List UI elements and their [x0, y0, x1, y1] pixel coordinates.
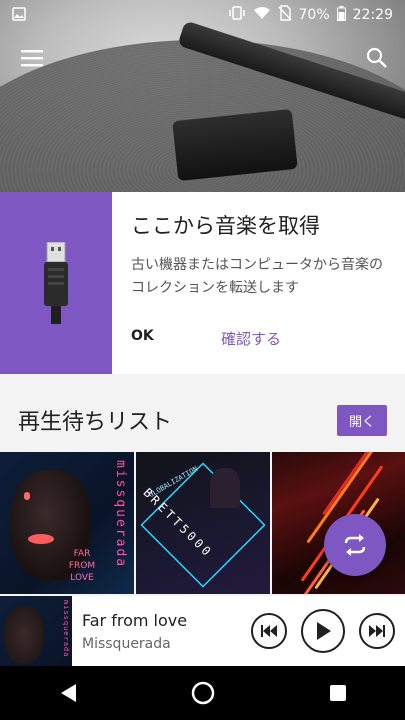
now-playing-artist: Missquerada — [82, 635, 171, 652]
hamburger-menu-icon — [21, 50, 43, 67]
home-circle-icon — [191, 681, 214, 705]
card-body: 古い機器またはコンピュータから音楽のコレクションを転送します — [131, 257, 383, 296]
album-cover-brett5000[interactable]: GLOBALIZATION BRETT5000 — [136, 452, 270, 594]
queue-title: 再生待ちリスト — [18, 410, 173, 435]
now-playing-title: Far from love — [82, 610, 188, 630]
usb-cable-icon — [44, 242, 68, 324]
now-playing-album-art: missquerada — [0, 596, 72, 666]
battery-percent: 70% — [298, 7, 330, 23]
menu-button[interactable] — [10, 36, 54, 80]
ok-button[interactable]: OK — [131, 328, 221, 349]
search-button[interactable] — [355, 36, 399, 80]
battery-icon — [336, 5, 346, 25]
wifi-icon — [253, 6, 271, 24]
no-sim-icon — [278, 5, 292, 25]
album-vertical-text: missquerada — [113, 460, 128, 569]
open-queue-button[interactable]: 開く — [336, 404, 387, 436]
card-illustration — [0, 192, 112, 374]
skip-next-icon — [369, 625, 385, 637]
vibrate-icon — [228, 6, 246, 24]
search-icon — [366, 47, 387, 68]
previous-track-button[interactable] — [251, 613, 287, 649]
repeat-icon — [344, 534, 366, 556]
album-cover-far-from-love[interactable]: missquerada FAR FROM LOVE — [0, 452, 134, 594]
next-track-button[interactable] — [359, 613, 395, 649]
status-bar: 70% 22:29 — [0, 0, 405, 30]
system-nav-bar — [0, 666, 405, 720]
play-icon — [317, 622, 331, 640]
clock: 22:29 — [352, 7, 393, 23]
back-triangle-icon — [60, 684, 76, 702]
play-button[interactable] — [301, 609, 345, 653]
now-playing-bar[interactable]: missquerada Far from love Missquerada — [0, 596, 405, 666]
confirm-button[interactable]: 確認する — [221, 328, 281, 349]
cartridge-head — [172, 108, 298, 182]
card-title: ここから音楽を取得 — [131, 214, 320, 238]
album-caption: FAR FROM LOVE — [68, 549, 96, 583]
get-music-card: ここから音楽を取得 古い機器またはコンピュータから音楽のコレクションを転送します… — [0, 192, 405, 374]
recents-square-icon — [329, 685, 346, 701]
image-notification-icon — [12, 6, 26, 25]
recents-button[interactable] — [313, 668, 363, 718]
skip-previous-icon — [261, 625, 277, 637]
np-art-text: missquerada — [62, 600, 70, 658]
shuffle-repeat-fab[interactable] — [324, 514, 386, 576]
back-button[interactable] — [43, 668, 93, 718]
home-button[interactable] — [178, 668, 228, 718]
queue-header: 再生待ちリスト 開く — [0, 394, 405, 446]
